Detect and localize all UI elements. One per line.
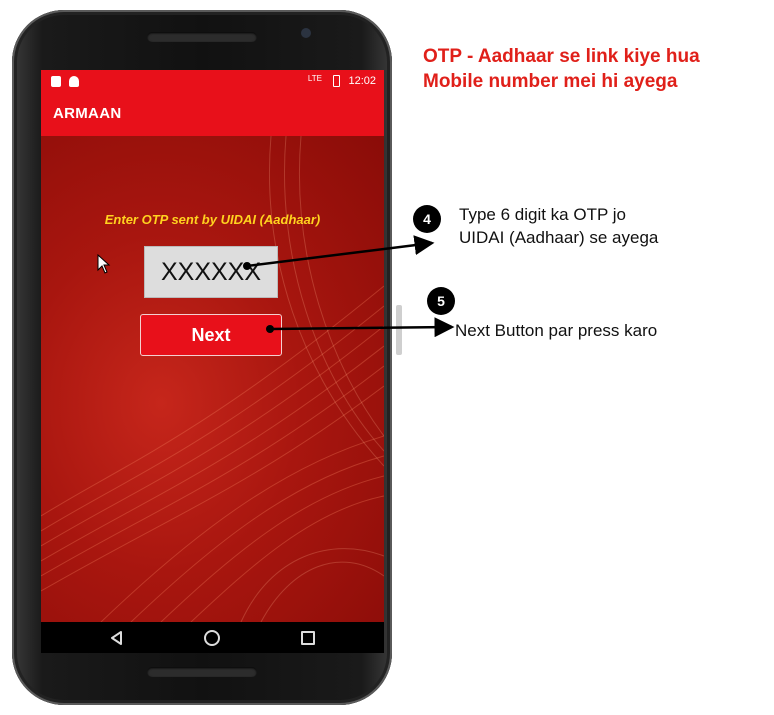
recent-apps-icon[interactable] bbox=[301, 631, 315, 645]
step-4-badge: 4 bbox=[413, 205, 441, 233]
background-waves bbox=[41, 136, 384, 622]
annotation-headline: OTP - Aadhaar se link kiye hua Mobile nu… bbox=[423, 44, 700, 94]
front-camera bbox=[301, 28, 311, 38]
otp-input[interactable] bbox=[144, 246, 278, 298]
next-button[interactable]: Next bbox=[140, 314, 282, 356]
mouse-cursor-icon bbox=[97, 254, 111, 274]
top-speaker bbox=[147, 32, 257, 42]
power-button[interactable] bbox=[396, 305, 402, 355]
step-4-line-1: Type 6 digit ka OTP jo bbox=[459, 205, 626, 224]
otp-prompt-label: Enter OTP sent by UIDAI (Aadhaar) bbox=[104, 212, 321, 227]
back-icon[interactable] bbox=[110, 631, 124, 645]
step-4-note: Type 6 digit ka OTP jo UIDAI (Aadhaar) s… bbox=[459, 203, 658, 249]
battery-icon bbox=[333, 75, 340, 87]
notification-icon bbox=[51, 76, 61, 87]
step-5-badge: 5 bbox=[427, 287, 455, 315]
phone-screen: LTE 12:02 ARMAAN Enter OTP sent by UIDAI… bbox=[41, 70, 384, 653]
headline-line-2: Mobile number mei hi ayega bbox=[423, 71, 678, 92]
signal-indicator: LTE bbox=[307, 74, 322, 83]
step-5-note: Next Button par press karo bbox=[455, 321, 658, 340]
android-icon bbox=[69, 76, 79, 87]
status-bar: LTE 12:02 bbox=[41, 70, 384, 94]
status-time: 12:02 bbox=[348, 75, 376, 87]
app-title: ARMAAN bbox=[53, 105, 122, 122]
navigation-bar bbox=[41, 622, 384, 653]
step-4-line-2: UIDAI (Aadhaar) se ayega bbox=[459, 228, 659, 247]
phone-frame: LTE 12:02 ARMAAN Enter OTP sent by UIDAI… bbox=[12, 10, 402, 705]
app-bar: ARMAAN bbox=[41, 94, 384, 136]
headline-line-1: OTP - Aadhaar se link kiye hua bbox=[423, 46, 700, 67]
otp-screen-content: Enter OTP sent by UIDAI (Aadhaar) Next bbox=[41, 136, 384, 622]
bottom-speaker bbox=[147, 667, 257, 677]
home-icon[interactable] bbox=[204, 630, 220, 646]
